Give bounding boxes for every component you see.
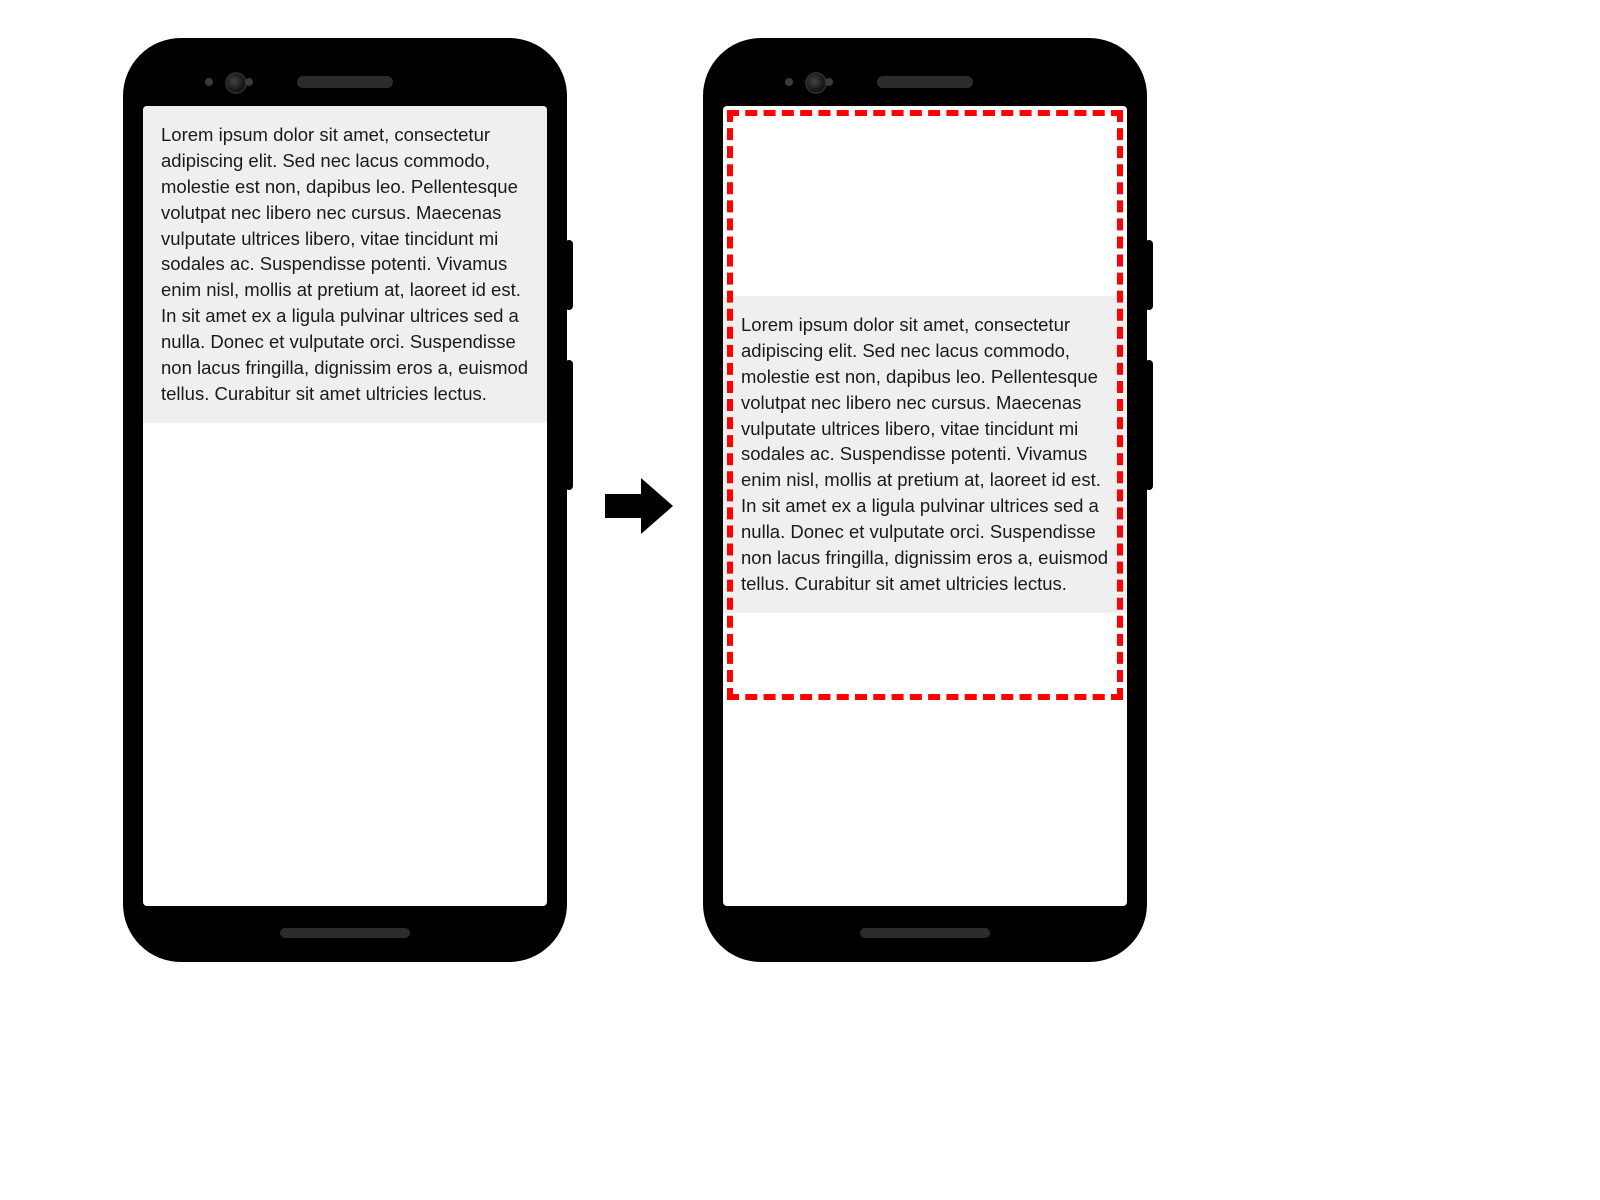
speaker-icon [297, 76, 393, 88]
lorem-text: Lorem ipsum dolor sit amet, consectetur … [161, 122, 529, 407]
phone-mock-left: Lorem ipsum dolor sit amet, consectetur … [125, 40, 565, 960]
sensor-icon [245, 78, 253, 86]
volume-button-icon [565, 360, 573, 490]
sensor-icon [825, 78, 833, 86]
phone-top-bezel [705, 40, 1145, 106]
sensor-icon [205, 78, 213, 86]
phone-bottom-bezel [125, 906, 565, 960]
content-text-block: Lorem ipsum dolor sit amet, consectetur … [723, 296, 1127, 613]
phone-bottom-bezel [705, 906, 1145, 960]
lorem-text: Lorem ipsum dolor sit amet, consectetur … [741, 312, 1109, 597]
speaker-icon [280, 928, 410, 938]
volume-button-icon [1145, 360, 1153, 490]
content-text-block: Lorem ipsum dolor sit amet, consectetur … [143, 106, 547, 423]
power-button-icon [1145, 240, 1153, 310]
phone-mock-right: Lorem ipsum dolor sit amet, consectetur … [705, 40, 1145, 960]
speaker-icon [860, 928, 990, 938]
power-button-icon [565, 240, 573, 310]
phone-top-bezel [125, 40, 565, 106]
front-camera-icon [805, 72, 827, 94]
front-camera-icon [225, 72, 247, 94]
diagram-stage: Lorem ipsum dolor sit amet, consectetur … [0, 0, 1600, 1200]
transition-arrow-icon [605, 478, 673, 534]
sensor-icon [785, 78, 793, 86]
phone-screen-left: Lorem ipsum dolor sit amet, consectetur … [143, 106, 547, 906]
phone-screen-right: Lorem ipsum dolor sit amet, consectetur … [723, 106, 1127, 906]
speaker-icon [877, 76, 973, 88]
offset-gap [723, 106, 1127, 296]
